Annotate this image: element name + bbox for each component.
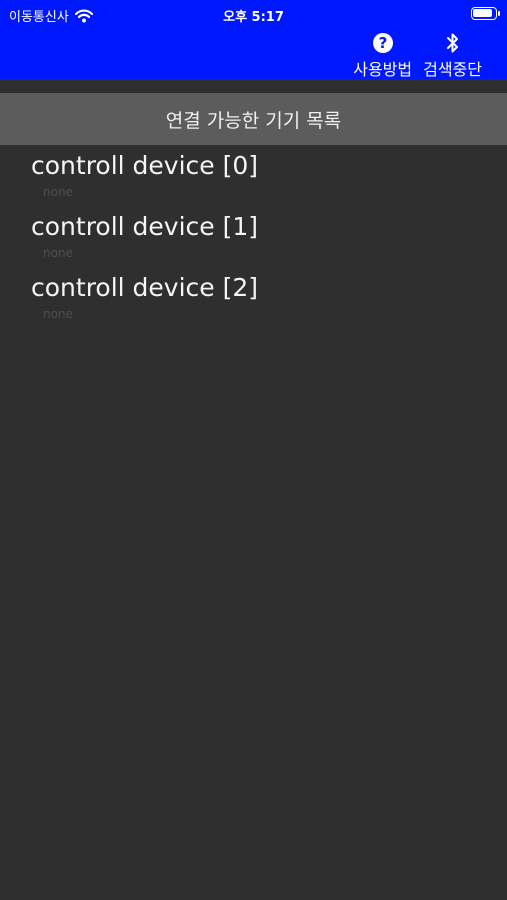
bluetooth-icon	[441, 31, 465, 55]
svg-text:?: ?	[378, 34, 387, 52]
navigation-bar: 이동통신사 오후 5:17 ? 사용방법 검색중단	[0, 0, 507, 79]
device-status: none	[43, 246, 73, 260]
device-name: controll device [1]	[31, 212, 259, 241]
device-name: controll device [2]	[31, 273, 259, 302]
status-time: 오후 5:17	[223, 10, 284, 25]
battery-level	[473, 9, 492, 17]
device-item[interactable]: controll device [2] none	[0, 267, 507, 328]
stop-scan-button[interactable]: 검색중단	[423, 31, 482, 80]
device-item[interactable]: controll device [0] none	[0, 145, 507, 206]
battery-icon	[471, 7, 500, 20]
device-name: controll device [0]	[31, 151, 259, 180]
help-label: 사용방법	[353, 60, 413, 79]
device-status: none	[43, 185, 73, 199]
help-icon: ?	[371, 31, 395, 55]
help-button[interactable]: ? 사용방법	[353, 31, 412, 80]
device-item[interactable]: controll device [1] none	[0, 206, 507, 267]
device-list: controll device [0] none controll device…	[0, 145, 507, 328]
status-bar: 이동통신사 오후 5:17	[0, 0, 507, 28]
section-header: 연결 가능한 기기 목록	[0, 93, 507, 145]
toolbar-actions: ? 사용방법 검색중단	[353, 31, 482, 80]
stop-scan-label: 검색중단	[423, 60, 482, 79]
section-title: 연결 가능한 기기 목록	[165, 109, 342, 132]
device-status: none	[43, 307, 73, 321]
